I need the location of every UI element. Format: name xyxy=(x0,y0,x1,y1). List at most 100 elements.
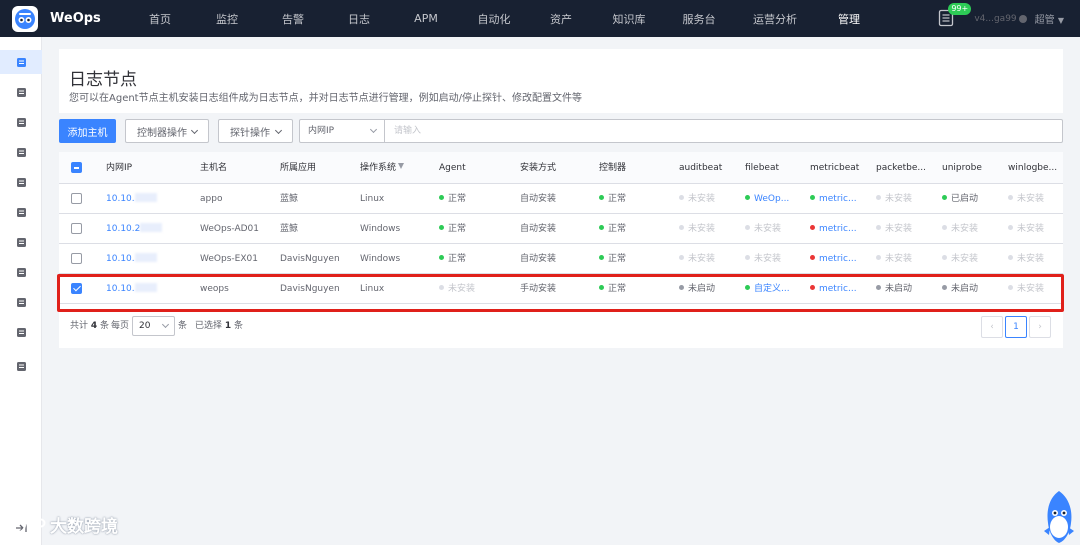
cell-app: DavisNguyen xyxy=(280,274,358,304)
status-cell: 未安装 xyxy=(942,214,1006,244)
user-menu[interactable]: 超管 ▼ xyxy=(1035,11,1064,26)
ip-link[interactable]: 10.10.2 xyxy=(106,214,196,244)
search-input[interactable] xyxy=(390,120,1050,142)
add-host-button[interactable]: 添加主机 xyxy=(59,119,116,143)
ip-link[interactable]: 10.10. xyxy=(106,244,196,274)
nav-item[interactable]: 日志 xyxy=(326,0,392,37)
monitor-icon[interactable] xyxy=(0,80,42,104)
controller-ops-label: 控制器操作 xyxy=(137,127,187,139)
cell-text: 未安装 xyxy=(688,194,716,204)
status-cell: 未启动 xyxy=(942,274,1006,304)
status-dot-icon xyxy=(745,225,750,230)
column-header: 控制器 xyxy=(599,163,627,173)
cluster-icon[interactable] xyxy=(0,50,42,74)
status-dot-icon xyxy=(599,255,604,260)
status-cell[interactable]: metric... xyxy=(810,184,874,214)
table-row[interactable]: 10.10.2 WeOps-AD01 蓝鲸 Windows 正常 自动安装 正常 未安装 未安装… xyxy=(59,214,1063,244)
book-icon[interactable] xyxy=(0,170,42,194)
cell-text: 10.10.2 xyxy=(106,224,141,234)
prev-page-button[interactable]: ‹ xyxy=(981,316,1003,338)
masked-ip xyxy=(134,193,157,202)
status-cell[interactable]: metric... xyxy=(810,244,874,274)
notification-badge: 99+ xyxy=(948,2,972,15)
status-dot-icon xyxy=(599,285,604,290)
cell-text: 未安装 xyxy=(1017,254,1045,264)
filter-icon[interactable] xyxy=(398,163,404,169)
cell-install: 自动安装 xyxy=(520,244,598,274)
table-row[interactable]: 10.10. appo 蓝鲸 Linux 正常 自动安装 正常 未安装 WeOp... metri… xyxy=(59,184,1063,214)
status-cell[interactable]: metric... xyxy=(810,274,874,304)
nav-item[interactable]: 知识库 xyxy=(594,0,664,37)
cell-text: metric... xyxy=(819,194,857,204)
status-cell: 未安装 xyxy=(1008,244,1060,274)
nav-item[interactable]: APM xyxy=(392,0,460,37)
toolbar: 添加主机 控制器操作 探针操作 内网IP xyxy=(59,119,1063,143)
search-field-select[interactable]: 内网IP xyxy=(300,120,385,142)
row-checkbox[interactable] xyxy=(71,283,82,294)
cell-text: 未安装 xyxy=(951,254,979,264)
selected-count: 已选择 1 条 xyxy=(195,321,244,331)
table-row[interactable]: 10.10. weops DavisNguyen Linux 未安装 手动安装 正常 未启动 自… xyxy=(59,274,1063,304)
help-icon[interactable] xyxy=(1018,14,1027,23)
column-header: Agent xyxy=(439,163,466,173)
status-cell[interactable]: metric... xyxy=(810,214,874,244)
status-dot-icon xyxy=(876,255,881,260)
cell-text: 自动安装 xyxy=(520,194,557,204)
next-page-button[interactable]: › xyxy=(1029,316,1051,338)
row-checkbox[interactable] xyxy=(71,193,82,204)
row-checkbox[interactable] xyxy=(71,223,82,234)
row-checkbox[interactable] xyxy=(71,253,82,264)
cell-text: WeOps-AD01 xyxy=(200,224,259,234)
nav-item[interactable]: 资产 xyxy=(528,0,594,37)
cell-text: 未安装 xyxy=(885,194,913,204)
select-all-checkbox[interactable] xyxy=(71,162,82,173)
status-cell[interactable]: WeOp... xyxy=(745,184,807,214)
document-icon[interactable] xyxy=(0,260,42,284)
nav-item[interactable]: 告警 xyxy=(260,0,326,37)
status-cell[interactable]: 自定义... xyxy=(745,274,807,304)
masked-ip xyxy=(134,283,157,292)
settings-icon[interactable] xyxy=(0,354,42,378)
watermark-logo-icon xyxy=(10,516,46,533)
cell-host: appo xyxy=(200,184,278,214)
weops-logo-icon[interactable] xyxy=(12,5,38,32)
status-dot-icon xyxy=(942,285,947,290)
top-navbar: WeOps 首页 监控 告警 日志 APM 自动化 资产 知识库 服务台 运营分析 管理 99+ v… xyxy=(0,0,1080,37)
status-cell: 正常 xyxy=(599,184,677,214)
status-dot-icon xyxy=(745,285,750,290)
status-dot-icon xyxy=(599,225,604,230)
notification-icon[interactable]: 99+ xyxy=(938,2,972,29)
nav-item[interactable]: 监控 xyxy=(194,0,260,37)
column-header: auditbeat xyxy=(679,163,723,173)
chart-icon[interactable] xyxy=(0,320,42,344)
status-dot-icon xyxy=(439,285,444,290)
cell-text: weops xyxy=(200,284,229,294)
column-header: filebeat xyxy=(745,163,780,173)
column-header: winlogbe... xyxy=(1008,163,1058,173)
nav-item[interactable]: 服务台 xyxy=(664,0,734,37)
chevron-down-icon xyxy=(274,126,283,135)
alarm-icon[interactable] xyxy=(0,110,42,134)
controller-ops-dropdown[interactable]: 控制器操作 xyxy=(125,119,209,143)
layers-icon[interactable] xyxy=(0,230,42,254)
ip-link[interactable]: 10.10. xyxy=(106,184,196,214)
status-cell: 未安装 xyxy=(679,184,743,214)
nav-item[interactable]: 自动化 xyxy=(460,0,528,37)
briefcase-icon[interactable] xyxy=(0,200,42,224)
nav-item[interactable]: 运营分析 xyxy=(734,0,816,37)
ip-link[interactable]: 10.10. xyxy=(106,274,196,304)
cell-text: 未安装 xyxy=(885,254,913,264)
checklist-icon[interactable] xyxy=(0,140,42,164)
nav-item[interactable]: 管理 xyxy=(816,0,882,37)
cell-app: 蓝鲸 xyxy=(280,184,358,214)
status-dot-icon xyxy=(1008,255,1013,260)
probe-ops-dropdown[interactable]: 探针操作 xyxy=(218,119,293,143)
nav-item[interactable]: 首页 xyxy=(126,0,194,37)
cell-text: 未安装 xyxy=(754,224,782,234)
cell-text: Windows xyxy=(360,224,401,234)
clipboard-icon[interactable] xyxy=(0,290,42,314)
page-number-button[interactable]: 1 xyxy=(1005,316,1027,338)
cell-text: Windows xyxy=(360,254,401,264)
page-size-select[interactable]: 20 xyxy=(132,316,175,336)
table-row[interactable]: 10.10. WeOps-EX01 DavisNguyen Windows 正常 自动安装… xyxy=(59,244,1063,274)
